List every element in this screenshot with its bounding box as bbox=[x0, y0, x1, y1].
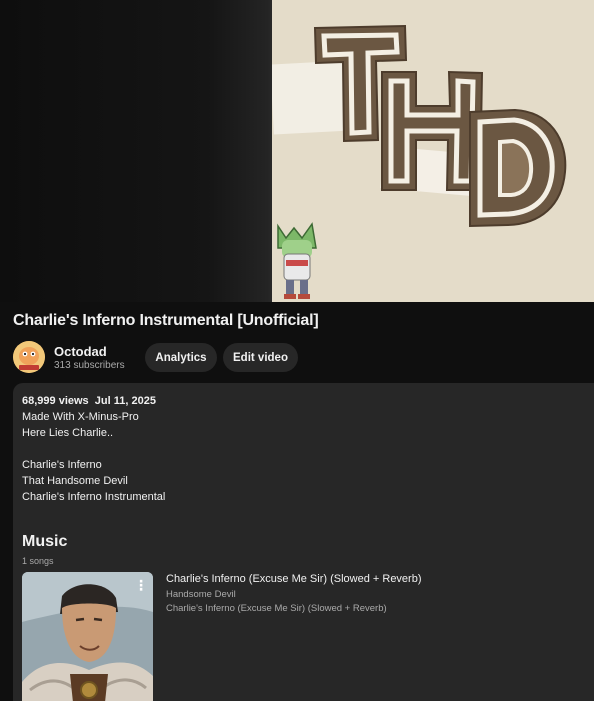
music-song-card[interactable]: ⋮ Charlie's Inferno (Excuse Me Sir) (Slo… bbox=[22, 572, 582, 701]
description-line: Charlie's Inferno bbox=[22, 459, 102, 471]
video-player[interactable] bbox=[0, 0, 594, 302]
song-album: Charlie's Inferno (Excuse Me Sir) (Slowe… bbox=[166, 603, 387, 614]
thd-logo-art bbox=[313, 24, 567, 228]
description-line: Made With X-Minus-Pro bbox=[22, 411, 139, 423]
channel-row: Octodad 313 subscribers Analytics Edit v… bbox=[13, 341, 593, 373]
video-title: Charlie's Inferno Instrumental [Unoffici… bbox=[13, 312, 319, 329]
song-album-art[interactable]: ⋮ bbox=[22, 572, 153, 701]
more-vert-icon[interactable]: ⋮ bbox=[134, 576, 148, 594]
channel-avatar[interactable] bbox=[13, 341, 45, 373]
song-title[interactable]: Charlie's Inferno (Excuse Me Sir) (Slowe… bbox=[166, 573, 422, 585]
channel-name[interactable]: Octodad bbox=[54, 344, 107, 359]
description-line: Here Lies Charlie.. bbox=[22, 427, 114, 439]
description-line: Charlie's Inferno Instrumental bbox=[22, 491, 166, 503]
analytics-button[interactable]: Analytics bbox=[145, 343, 217, 372]
video-watch-page: Charlie's Inferno Instrumental [Unoffici… bbox=[0, 0, 594, 701]
view-count: 68,999 views bbox=[22, 395, 89, 407]
octodad-avatar-icon bbox=[13, 341, 45, 373]
description-box[interactable]: 68,999 views Jul 11, 2025 Made With X-Mi… bbox=[13, 383, 594, 701]
subscriber-count: 313 subscribers bbox=[54, 360, 125, 371]
song-artist: Handsome Devil bbox=[166, 589, 236, 600]
edit-video-button[interactable]: Edit video bbox=[223, 343, 298, 372]
description-line: That Handsome Devil bbox=[22, 475, 128, 487]
upload-date: Jul 11, 2025 bbox=[94, 395, 156, 407]
music-song-count: 1 songs bbox=[22, 556, 54, 566]
cat-character-sprite bbox=[277, 222, 317, 299]
video-meta: 68,999 views Jul 11, 2025 bbox=[22, 395, 156, 407]
music-section-heading: Music bbox=[22, 533, 68, 550]
video-thumbnail[interactable] bbox=[272, 0, 594, 302]
